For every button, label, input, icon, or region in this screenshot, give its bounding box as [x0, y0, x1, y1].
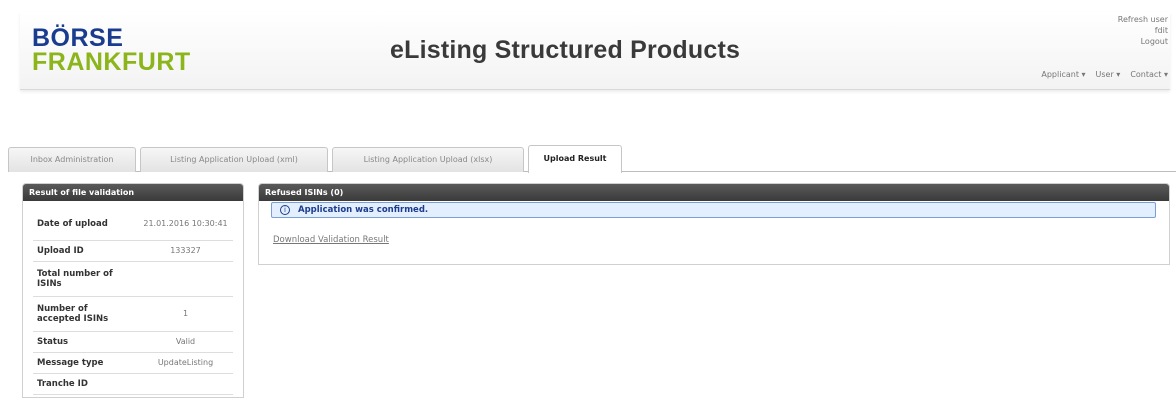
logout-link[interactable]: Logout	[1118, 36, 1168, 47]
tab-upload-result[interactable]: Upload Result	[528, 145, 622, 173]
row-value: 133327	[138, 240, 233, 262]
confirmation-alert: i Application was confirmed.	[271, 202, 1156, 218]
table-row: Number of accepted ISINs 1	[33, 296, 233, 332]
table-row: Tranche ID	[33, 373, 233, 395]
tab-bar: Inbox Administration Listing Application…	[8, 145, 1176, 173]
row-label: Upload ID	[33, 240, 138, 262]
app-title: eListing Structured Products	[390, 36, 741, 64]
validation-result-panel: Result of file validation Date of upload…	[22, 183, 244, 398]
boerse-frankfurt-logo: BÖRSE FRANKFURT	[32, 24, 191, 76]
table-row: Total number of ISINs	[33, 261, 233, 297]
row-label: Date of upload	[33, 208, 138, 241]
main-menu: Applicant ▾ User ▾ Contact ▾	[1041, 70, 1168, 79]
row-value: 21.01.2016 10:30:41	[138, 208, 233, 241]
validation-panel-title: Result of file validation	[23, 184, 243, 201]
row-label: Message type	[33, 352, 138, 374]
user-name-link[interactable]: fdit	[1118, 25, 1168, 36]
row-value: UpdateListing	[138, 352, 233, 374]
menu-user[interactable]: User ▾	[1096, 70, 1121, 79]
info-icon: i	[280, 204, 290, 215]
row-value	[138, 261, 233, 297]
row-label: Tranche ID	[33, 373, 138, 395]
table-row: Upload ID 133327	[33, 240, 233, 262]
tab-inbox-administration[interactable]: Inbox Administration	[8, 147, 136, 172]
menu-contact[interactable]: Contact ▾	[1130, 70, 1168, 79]
row-label: Status	[33, 331, 138, 353]
logo-line-2: FRANKFURT	[32, 48, 191, 76]
page-header: BÖRSE FRANKFURT eListing Structured Prod…	[20, 12, 1170, 90]
row-value: 1	[138, 296, 233, 332]
validation-table: Date of upload 21.01.2016 10:30:41 Uploa…	[33, 208, 233, 395]
tab-upload-xml[interactable]: Listing Application Upload (xml)	[140, 147, 328, 172]
row-label: Total number of ISINs	[33, 261, 138, 297]
menu-applicant[interactable]: Applicant ▾	[1041, 70, 1085, 79]
download-validation-result-link[interactable]: Download Validation Result	[273, 235, 389, 245]
row-label: Number of accepted ISINs	[33, 296, 138, 332]
alert-text: Application was confirmed.	[298, 205, 429, 215]
row-value: Valid	[138, 331, 233, 353]
user-links: Refresh user fdit Logout	[1118, 14, 1168, 47]
refused-panel-title: Refused ISINs (0)	[259, 184, 1169, 201]
refresh-user-link[interactable]: Refresh user	[1118, 14, 1168, 25]
table-row: Status Valid	[33, 331, 233, 353]
row-value	[138, 373, 233, 395]
tab-upload-xlsx[interactable]: Listing Application Upload (xlsx)	[332, 147, 524, 172]
logo-line-1: BÖRSE	[32, 24, 124, 52]
table-row: Date of upload 21.01.2016 10:30:41	[33, 208, 233, 241]
refused-isins-panel: Refused ISINs (0) i Application was confi…	[258, 183, 1170, 265]
table-row: Message type UpdateListing	[33, 352, 233, 374]
